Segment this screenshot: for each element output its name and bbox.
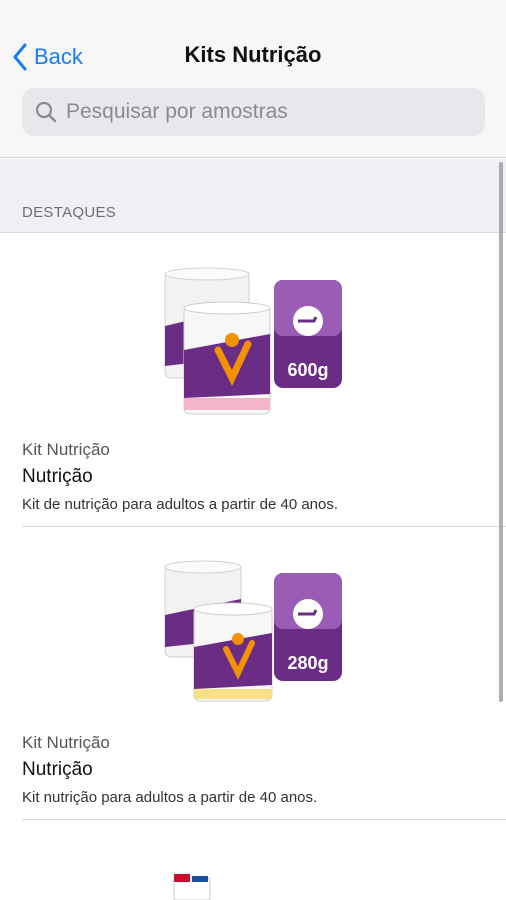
product-image: 600g [164, 267, 342, 415]
search-bar[interactable] [22, 88, 485, 136]
search-input[interactable] [66, 100, 466, 124]
section-title: DESTAQUES [22, 204, 117, 221]
search-icon [35, 101, 57, 123]
list-item[interactable]: 280g Kit Nutrição Nutrição Kit nutrição … [0, 527, 506, 820]
item-name: Nutrição [22, 466, 93, 487]
navigation-bar: Back Kits Nutrição [0, 0, 506, 158]
divider [22, 819, 506, 820]
product-image: 280g [164, 560, 342, 702]
item-description: Kit de nutrição para adultos a partir de… [22, 496, 339, 513]
item-name: Nutrição [22, 759, 93, 780]
item-category: Kit Nutrição [22, 733, 110, 752]
item-description: Kit nutrição para adultos a partir de 40… [22, 789, 318, 806]
scrollbar[interactable] [499, 162, 503, 702]
weight-badge: 600g [287, 360, 328, 380]
product-list: 600g Kit Nutrição Nutrição Kit de nutriç… [0, 234, 506, 820]
section-header: DESTAQUES [0, 159, 506, 233]
next-product-image [173, 874, 211, 900]
list-item[interactable]: 600g Kit Nutrição Nutrição Kit de nutriç… [0, 234, 506, 527]
page-title: Kits Nutrição [184, 42, 322, 67]
item-category: Kit Nutrição [22, 440, 110, 459]
weight-badge: 280g [287, 653, 328, 673]
